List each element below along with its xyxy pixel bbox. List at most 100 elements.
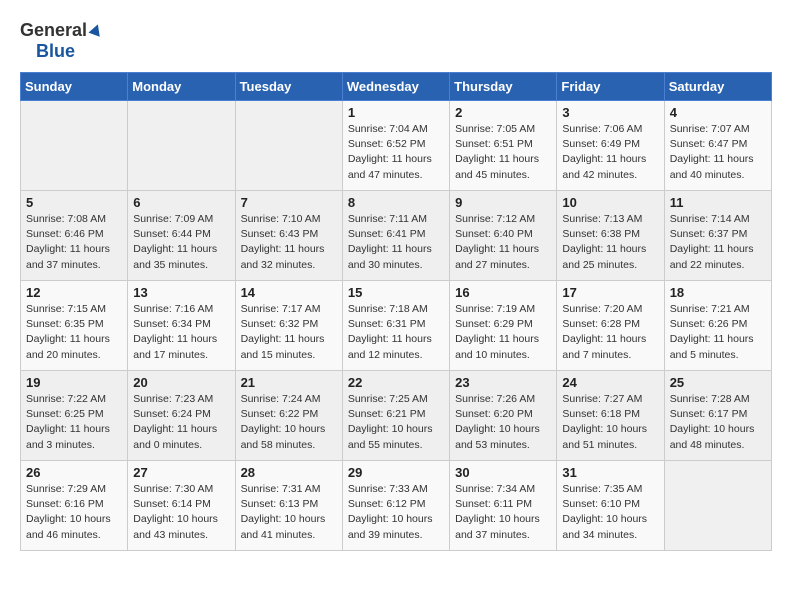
day-info: Sunrise: 7:12 AMSunset: 6:40 PMDaylight:… (455, 212, 551, 273)
calendar-day-26: 26 Sunrise: 7:29 AMSunset: 6:16 PMDayligh… (21, 461, 128, 551)
calendar-day-7: 7 Sunrise: 7:10 AMSunset: 6:43 PMDaylight… (235, 191, 342, 281)
weekday-header-sunday: Sunday (21, 73, 128, 101)
day-info: Sunrise: 7:33 AMSunset: 6:12 PMDaylight:… (348, 482, 444, 543)
calendar-day-28: 28 Sunrise: 7:31 AMSunset: 6:13 PMDayligh… (235, 461, 342, 551)
calendar-empty-cell (664, 461, 771, 551)
day-info: Sunrise: 7:29 AMSunset: 6:16 PMDaylight:… (26, 482, 122, 543)
day-number: 10 (562, 195, 658, 210)
day-info: Sunrise: 7:23 AMSunset: 6:24 PMDaylight:… (133, 392, 229, 453)
day-number: 5 (26, 195, 122, 210)
day-info: Sunrise: 7:09 AMSunset: 6:44 PMDaylight:… (133, 212, 229, 273)
calendar-table: SundayMondayTuesdayWednesdayThursdayFrid… (20, 72, 772, 551)
calendar-day-12: 12Sunrise: 7:15 AMSunset: 6:35 PMDayligh… (21, 281, 128, 371)
calendar-day-25: 25 Sunrise: 7:28 AMSunset: 6:17 PMDayligh… (664, 371, 771, 461)
weekday-header-thursday: Thursday (450, 73, 557, 101)
day-number: 27 (133, 465, 229, 480)
calendar-day-5: 5 Sunrise: 7:08 AMSunset: 6:46 PMDaylight… (21, 191, 128, 281)
day-info: Sunrise: 7:24 AMSunset: 6:22 PMDaylight:… (241, 392, 337, 453)
day-number: 1 (348, 105, 444, 120)
calendar-day-13: 13Sunrise: 7:16 AMSunset: 6:34 PMDayligh… (128, 281, 235, 371)
day-info: Sunrise: 7:05 AMSunset: 6:51 PMDaylight:… (455, 122, 551, 183)
day-number: 19 (26, 375, 122, 390)
calendar-day-18: 18 Sunrise: 7:21 AMSunset: 6:26 PMDayligh… (664, 281, 771, 371)
day-info: Sunrise: 7:34 AMSunset: 6:11 PMDaylight:… (455, 482, 551, 543)
calendar-day-3: 3Sunrise: 7:06 AMSunset: 6:49 PMDaylight… (557, 101, 664, 191)
weekday-header-monday: Monday (128, 73, 235, 101)
day-number: 14 (241, 285, 337, 300)
calendar-day-20: 20 Sunrise: 7:23 AMSunset: 6:24 PMDayligh… (128, 371, 235, 461)
weekday-header-friday: Friday (557, 73, 664, 101)
day-info: Sunrise: 7:31 AMSunset: 6:13 PMDaylight:… (241, 482, 337, 543)
day-info: Sunrise: 7:25 AMSunset: 6:21 PMDaylight:… (348, 392, 444, 453)
calendar-day-22: 22 Sunrise: 7:25 AMSunset: 6:21 PMDayligh… (342, 371, 449, 461)
day-info: Sunrise: 7:27 AMSunset: 6:18 PMDaylight:… (562, 392, 658, 453)
day-number: 18 (670, 285, 766, 300)
calendar-week-row: 19 Sunrise: 7:22 AMSunset: 6:25 PMDayligh… (21, 371, 772, 461)
day-info: Sunrise: 7:22 AMSunset: 6:25 PMDaylight:… (26, 392, 122, 453)
day-number: 20 (133, 375, 229, 390)
day-number: 12 (26, 285, 122, 300)
calendar-day-21: 21 Sunrise: 7:24 AMSunset: 6:22 PMDayligh… (235, 371, 342, 461)
day-info: Sunrise: 7:35 AMSunset: 6:10 PMDaylight:… (562, 482, 658, 543)
day-number: 7 (241, 195, 337, 210)
calendar-day-17: 17 Sunrise: 7:20 AMSunset: 6:28 PMDayligh… (557, 281, 664, 371)
day-info: Sunrise: 7:13 AMSunset: 6:38 PMDaylight:… (562, 212, 658, 273)
calendar-week-row: 1 Sunrise: 7:04 AMSunset: 6:52 PMDaylight… (21, 101, 772, 191)
calendar-day-31: 31 Sunrise: 7:35 AMSunset: 6:10 PMDayligh… (557, 461, 664, 551)
calendar-day-2: 2 Sunrise: 7:05 AMSunset: 6:51 PMDaylight… (450, 101, 557, 191)
calendar-empty-cell (235, 101, 342, 191)
day-info: Sunrise: 7:08 AMSunset: 6:46 PMDaylight:… (26, 212, 122, 273)
day-number: 17 (562, 285, 658, 300)
day-number: 21 (241, 375, 337, 390)
day-info: Sunrise: 7:19 AMSunset: 6:29 PMDaylight:… (455, 302, 551, 363)
day-number: 4 (670, 105, 766, 120)
weekday-header-wednesday: Wednesday (342, 73, 449, 101)
calendar-day-14: 14Sunrise: 7:17 AMSunset: 6:32 PMDayligh… (235, 281, 342, 371)
day-info: Sunrise: 7:11 AMSunset: 6:41 PMDaylight:… (348, 212, 444, 273)
day-info: Sunrise: 7:14 AMSunset: 6:37 PMDaylight:… (670, 212, 766, 273)
calendar-day-10: 10 Sunrise: 7:13 AMSunset: 6:38 PMDayligh… (557, 191, 664, 281)
day-number: 16 (455, 285, 551, 300)
page-header: General Blue (20, 20, 772, 62)
day-info: Sunrise: 7:07 AMSunset: 6:47 PMDaylight:… (670, 122, 766, 183)
calendar-day-8: 8 Sunrise: 7:11 AMSunset: 6:41 PMDaylight… (342, 191, 449, 281)
logo: General Blue (20, 20, 102, 62)
calendar-day-15: 15 Sunrise: 7:18 AMSunset: 6:31 PMDayligh… (342, 281, 449, 371)
day-number: 24 (562, 375, 658, 390)
day-number: 25 (670, 375, 766, 390)
day-info: Sunrise: 7:04 AMSunset: 6:52 PMDaylight:… (348, 122, 444, 183)
day-number: 15 (348, 285, 444, 300)
calendar-day-4: 4 Sunrise: 7:07 AMSunset: 6:47 PMDaylight… (664, 101, 771, 191)
day-number: 23 (455, 375, 551, 390)
calendar-day-16: 16 Sunrise: 7:19 AMSunset: 6:29 PMDayligh… (450, 281, 557, 371)
day-number: 31 (562, 465, 658, 480)
day-info: Sunrise: 7:21 AMSunset: 6:26 PMDaylight:… (670, 302, 766, 363)
calendar-empty-cell (21, 101, 128, 191)
day-number: 22 (348, 375, 444, 390)
calendar-week-row: 5 Sunrise: 7:08 AMSunset: 6:46 PMDaylight… (21, 191, 772, 281)
logo-triangle-icon (89, 22, 104, 36)
day-number: 28 (241, 465, 337, 480)
day-number: 26 (26, 465, 122, 480)
weekday-header-saturday: Saturday (664, 73, 771, 101)
calendar-day-30: 30Sunrise: 7:34 AMSunset: 6:11 PMDayligh… (450, 461, 557, 551)
calendar-day-6: 6Sunrise: 7:09 AMSunset: 6:44 PMDaylight… (128, 191, 235, 281)
calendar-week-row: 12Sunrise: 7:15 AMSunset: 6:35 PMDayligh… (21, 281, 772, 371)
calendar-empty-cell (128, 101, 235, 191)
day-info: Sunrise: 7:10 AMSunset: 6:43 PMDaylight:… (241, 212, 337, 273)
calendar-day-11: 11Sunrise: 7:14 AMSunset: 6:37 PMDayligh… (664, 191, 771, 281)
day-number: 29 (348, 465, 444, 480)
day-number: 8 (348, 195, 444, 210)
day-info: Sunrise: 7:26 AMSunset: 6:20 PMDaylight:… (455, 392, 551, 453)
logo-general-text: General (20, 20, 87, 41)
calendar-day-29: 29 Sunrise: 7:33 AMSunset: 6:12 PMDayligh… (342, 461, 449, 551)
calendar-day-27: 27 Sunrise: 7:30 AMSunset: 6:14 PMDayligh… (128, 461, 235, 551)
day-number: 3 (562, 105, 658, 120)
day-info: Sunrise: 7:28 AMSunset: 6:17 PMDaylight:… (670, 392, 766, 453)
calendar-day-23: 23 Sunrise: 7:26 AMSunset: 6:20 PMDayligh… (450, 371, 557, 461)
day-number: 2 (455, 105, 551, 120)
day-info: Sunrise: 7:20 AMSunset: 6:28 PMDaylight:… (562, 302, 658, 363)
calendar-day-1: 1 Sunrise: 7:04 AMSunset: 6:52 PMDaylight… (342, 101, 449, 191)
day-info: Sunrise: 7:30 AMSunset: 6:14 PMDaylight:… (133, 482, 229, 543)
day-info: Sunrise: 7:18 AMSunset: 6:31 PMDaylight:… (348, 302, 444, 363)
